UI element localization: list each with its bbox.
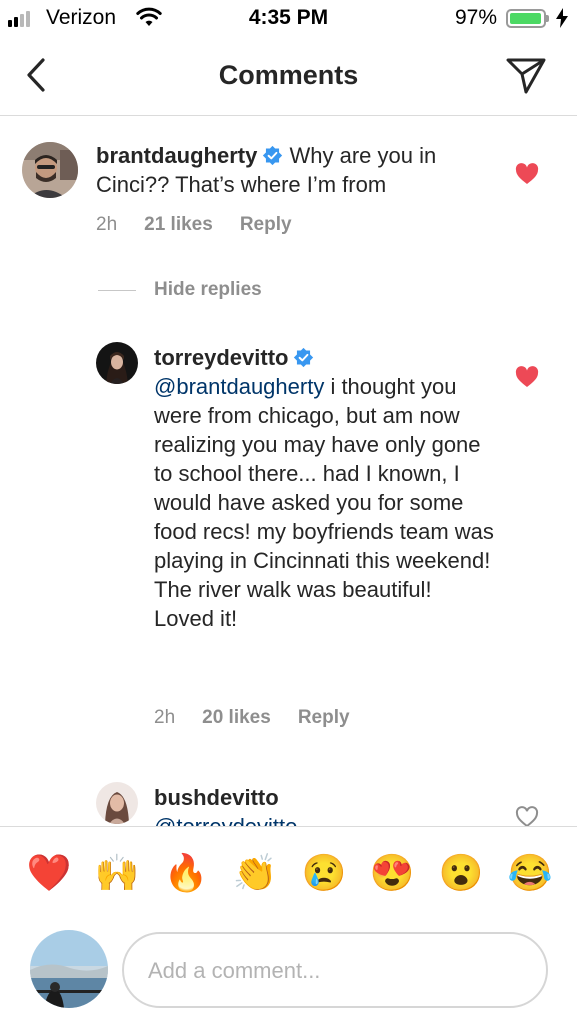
page-title: Comments xyxy=(218,60,359,90)
reply-button[interactable]: Reply xyxy=(240,214,292,235)
comment-input[interactable] xyxy=(148,954,528,988)
reply-body: i thought you were from chicago, but am … xyxy=(154,374,494,631)
battery-cap xyxy=(546,15,549,22)
emoji-red-heart[interactable]: ❤️ xyxy=(26,850,72,896)
heart-filled-icon[interactable] xyxy=(515,163,539,185)
reply-username[interactable]: bushdevitto xyxy=(154,785,279,810)
verified-badge-icon xyxy=(263,145,283,166)
battery-percent: 97% xyxy=(455,6,498,29)
hide-replies-button[interactable]: Hide replies xyxy=(154,279,262,301)
emoji-raising-hands[interactable]: 🙌 xyxy=(94,850,140,896)
emoji-clapping-hands[interactable]: 👏 xyxy=(232,850,278,896)
comment-time: 2h xyxy=(96,214,118,235)
battery-icon xyxy=(506,9,546,28)
reply-mention-link[interactable]: @torreydevitto xyxy=(154,814,297,826)
navigation-bar: Comments xyxy=(0,38,577,116)
battery-level-fill xyxy=(510,13,542,24)
heart-outline-icon[interactable] xyxy=(515,806,539,828)
avatar-brantdaugherty[interactable] xyxy=(22,142,78,198)
emoji-heart-eyes[interactable]: 😍 xyxy=(369,850,415,896)
emoji-tears-of-joy[interactable]: 😂 xyxy=(507,850,553,896)
hide-replies-divider xyxy=(98,290,136,291)
reply-likes[interactable]: 20 likes xyxy=(202,707,271,728)
reply-mention-link[interactable]: @brantdaugherty xyxy=(154,374,324,399)
verified-badge-icon xyxy=(294,347,314,368)
paper-plane-icon[interactable] xyxy=(504,56,548,96)
comment-text: brantdaugherty Why are you in Cinci?? Th… xyxy=(96,141,496,199)
reply-time: 2h xyxy=(154,707,176,728)
reply-text: torreydevitto @brantdaugherty i thought … xyxy=(154,343,496,633)
comment-input-box[interactable] xyxy=(122,932,548,1008)
emoji-fire[interactable]: 🔥 xyxy=(163,850,209,896)
emoji-crying-face[interactable]: 😢 xyxy=(301,850,347,896)
charging-bolt-icon xyxy=(556,8,568,28)
reply-username[interactable]: torreydevitto xyxy=(154,345,288,370)
comment-username[interactable]: brantdaugherty xyxy=(96,143,257,168)
comment-meta: 2h 21 likes Reply xyxy=(96,214,319,236)
current-user-avatar xyxy=(30,930,108,1008)
status-bar: Verizon 4:35 PM 97% xyxy=(0,0,577,38)
reply-text: bushdevitto @torreydevitto xyxy=(154,783,496,826)
reply-clipped-area: bushdevitto @torreydevitto xyxy=(0,780,577,826)
comment-likes[interactable]: 21 likes xyxy=(144,214,213,235)
heart-filled-icon[interactable] xyxy=(515,366,539,388)
reply-button[interactable]: Reply xyxy=(298,707,350,728)
avatar-torreydevitto[interactable] xyxy=(96,342,138,384)
emoji-surprised-face[interactable]: 😮 xyxy=(438,850,484,896)
reply-meta: 2h 20 likes Reply xyxy=(154,707,377,729)
